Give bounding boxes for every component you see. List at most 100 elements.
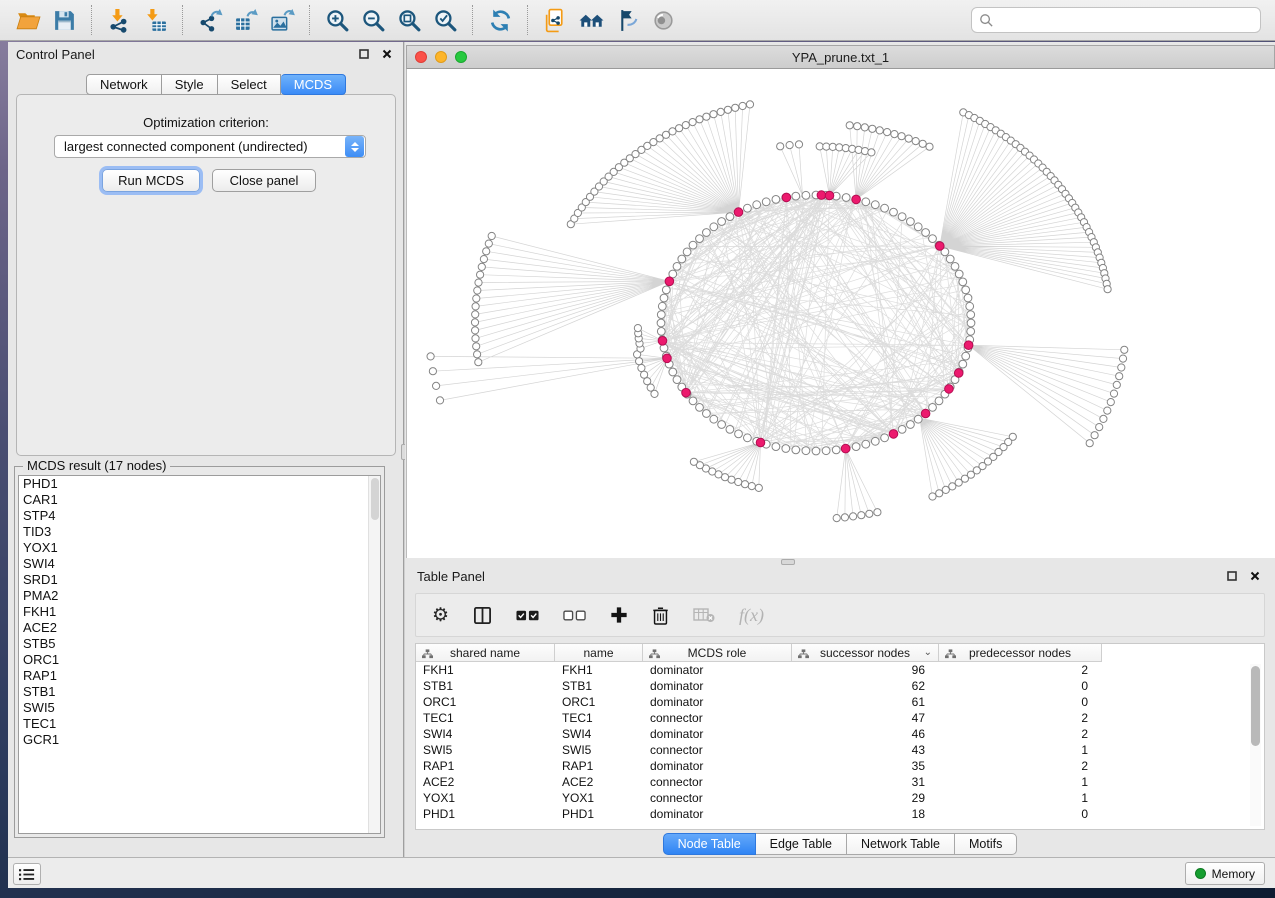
flag-icon[interactable]: [609, 3, 645, 37]
table-scrollbar-thumb[interactable]: [1251, 666, 1260, 746]
control-panel-title: Control Panel: [16, 47, 349, 62]
tab-edge-table[interactable]: Edge Table: [756, 833, 847, 855]
search-box[interactable]: [971, 7, 1261, 33]
delete-icon[interactable]: [652, 606, 669, 625]
mcds-result-item[interactable]: SRD1: [19, 572, 380, 588]
column-layout-icon[interactable]: [473, 606, 492, 625]
mcds-result-item[interactable]: PMA2: [19, 588, 380, 604]
network-canvas[interactable]: [406, 69, 1275, 558]
mcds-result-item[interactable]: YOX1: [19, 540, 380, 556]
export-network-icon[interactable]: [192, 3, 228, 37]
deselect-all-icon[interactable]: [563, 610, 586, 621]
tab-node-table[interactable]: Node Table: [663, 833, 756, 855]
tab-network-table[interactable]: Network Table: [847, 833, 955, 855]
table-row[interactable]: STB1STB1dominator620: [416, 678, 1264, 694]
tab-style[interactable]: Style: [162, 74, 218, 95]
mcds-result-item[interactable]: GCR1: [19, 732, 380, 748]
mcds-list-scrollbar[interactable]: [368, 476, 380, 833]
open-session-icon[interactable]: [10, 3, 46, 37]
save-session-icon[interactable]: [46, 3, 82, 37]
tab-select[interactable]: Select: [218, 74, 281, 95]
zoom-selected-icon[interactable]: [427, 3, 463, 37]
column-header-shared-name[interactable]: shared name: [416, 644, 555, 662]
mcds-result-item[interactable]: SWI5: [19, 700, 380, 716]
table-cell: ORC1: [416, 694, 555, 710]
table-scrollbar[interactable]: [1250, 664, 1261, 826]
network-graph[interactable]: [407, 69, 1275, 558]
zoom-in-icon[interactable]: [319, 3, 355, 37]
criterion-dropdown[interactable]: largest connected component (undirected): [54, 135, 366, 158]
mcds-result-item[interactable]: PHD1: [19, 476, 380, 492]
memory-button[interactable]: Memory: [1185, 862, 1265, 885]
import-table-icon[interactable]: [137, 3, 173, 37]
tab-mcds[interactable]: MCDS: [281, 74, 346, 95]
mcds-result-item[interactable]: STB5: [19, 636, 380, 652]
add-icon[interactable]: [610, 606, 628, 624]
tab-motifs[interactable]: Motifs: [955, 833, 1017, 855]
column-header-name[interactable]: name: [555, 644, 643, 662]
table-body: FKH1FKH1dominator962STB1STB1dominator620…: [416, 662, 1264, 822]
delete-table-icon: [693, 607, 715, 623]
table-cell: STB1: [416, 678, 555, 694]
import-network-icon[interactable]: [101, 3, 137, 37]
node-table[interactable]: shared namenameMCDS rolesuccessor nodes⌄…: [415, 643, 1265, 830]
mcds-result-item[interactable]: ACE2: [19, 620, 380, 636]
mcds-result-item[interactable]: SWI4: [19, 556, 380, 572]
close-table-panel-icon[interactable]: [1247, 568, 1263, 584]
mcds-result-item[interactable]: CAR1: [19, 492, 380, 508]
table-cell: YOX1: [416, 790, 555, 806]
close-panel-button[interactable]: Close panel: [212, 169, 316, 192]
table-cell: SWI5: [416, 742, 555, 758]
float-panel-icon[interactable]: [356, 46, 372, 62]
table-row[interactable]: SWI5SWI5connector431: [416, 742, 1264, 758]
table-row[interactable]: SWI4SWI4dominator462: [416, 726, 1264, 742]
houses-icon[interactable]: [573, 3, 609, 37]
column-header-successor-nodes[interactable]: successor nodes⌄: [792, 644, 939, 662]
dropdown-stepper-icon: [345, 136, 364, 157]
table-row[interactable]: RAP1RAP1dominator352: [416, 758, 1264, 774]
table-cell: 2: [939, 710, 1102, 726]
tab-network[interactable]: Network: [86, 74, 162, 95]
mcds-result-list[interactable]: PHD1CAR1STP4TID3YOX1SWI4SRD1PMA2FKH1ACE2…: [18, 475, 381, 834]
export-table-icon[interactable]: [228, 3, 264, 37]
table-cell: ACE2: [555, 774, 643, 790]
control-panel-tabs: NetworkStyleSelectMCDS: [86, 74, 346, 95]
table-row[interactable]: ACE2ACE2connector311: [416, 774, 1264, 790]
mcds-result-item[interactable]: STB1: [19, 684, 380, 700]
table-cell: 47: [792, 710, 939, 726]
network-window-titlebar[interactable]: YPA_prune.txt_1: [406, 45, 1275, 69]
column-header-predecessor-nodes[interactable]: predecessor nodes: [939, 644, 1102, 662]
table-cell: connector: [643, 742, 792, 758]
float-table-panel-icon[interactable]: [1224, 568, 1240, 584]
task-history-button[interactable]: [13, 863, 41, 885]
settings-gear-icon[interactable]: ⚙: [432, 606, 449, 625]
export-image-icon[interactable]: [264, 3, 300, 37]
main-toolbar: [0, 0, 1275, 41]
list-menu-icon: [19, 868, 35, 881]
table-row[interactable]: TEC1TEC1connector472: [416, 710, 1264, 726]
table-panel-tabs: Node TableEdge TableNetwork TableMotifs: [405, 833, 1275, 855]
table-cell: 0: [939, 678, 1102, 694]
table-row[interactable]: ORC1ORC1dominator610: [416, 694, 1264, 710]
table-header-row: shared namenameMCDS rolesuccessor nodes⌄…: [416, 644, 1264, 662]
table-row[interactable]: YOX1YOX1connector291: [416, 790, 1264, 806]
zoom-fit-icon[interactable]: [391, 3, 427, 37]
table-cell: 2: [939, 726, 1102, 742]
mcds-result-item[interactable]: RAP1: [19, 668, 380, 684]
run-mcds-button[interactable]: Run MCDS: [102, 169, 200, 192]
zoom-out-icon[interactable]: [355, 3, 391, 37]
table-row[interactable]: FKH1FKH1dominator962: [416, 662, 1264, 678]
mcds-result-item[interactable]: TEC1: [19, 716, 380, 732]
eye-icon[interactable]: [645, 3, 681, 37]
mcds-result-item[interactable]: TID3: [19, 524, 380, 540]
table-row[interactable]: PHD1PHD1dominator180: [416, 806, 1264, 822]
refresh-layout-icon[interactable]: [482, 3, 518, 37]
mcds-result-item[interactable]: FKH1: [19, 604, 380, 620]
mcds-result-item[interactable]: ORC1: [19, 652, 380, 668]
search-input[interactable]: [999, 13, 1253, 28]
column-header-MCDS-role[interactable]: MCDS role: [643, 644, 792, 662]
mcds-result-item[interactable]: STP4: [19, 508, 380, 524]
select-all-icon[interactable]: [516, 610, 539, 621]
duplicate-network-icon[interactable]: [537, 3, 573, 37]
close-panel-icon[interactable]: [379, 46, 395, 62]
